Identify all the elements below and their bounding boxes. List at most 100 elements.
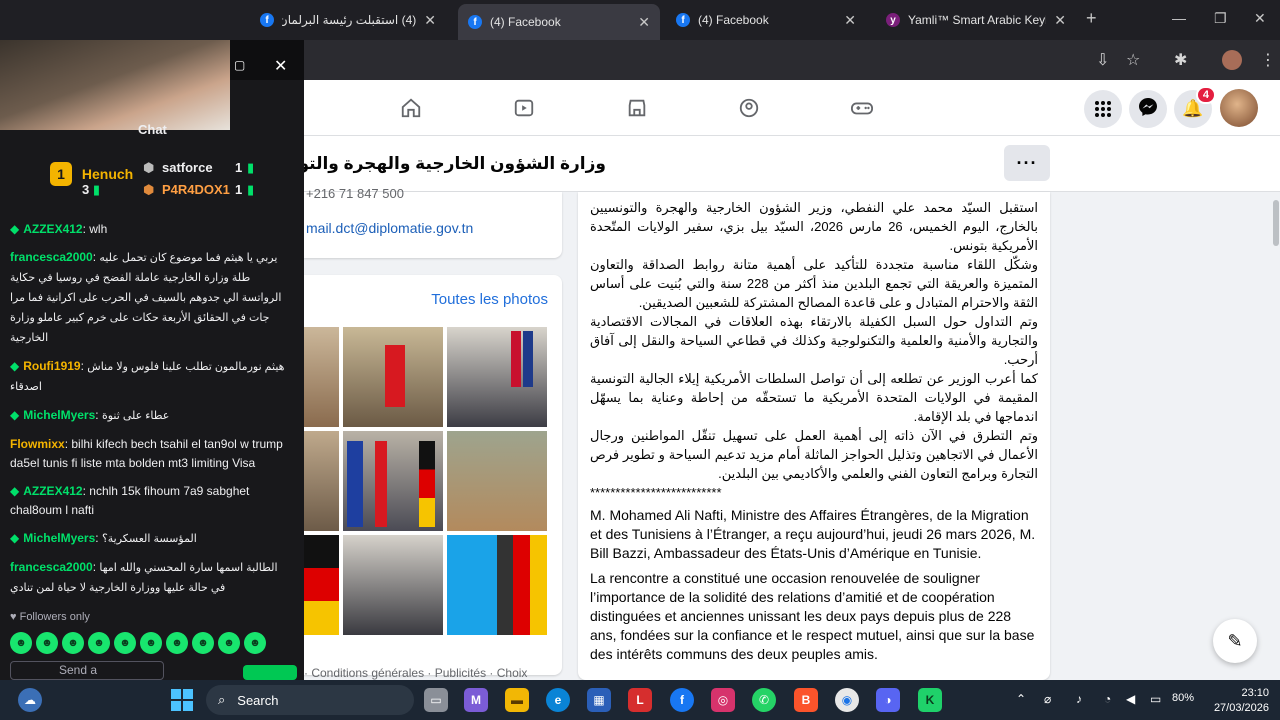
messenger-button[interactable] <box>1129 90 1167 128</box>
wifi-icon[interactable]: ◔ <box>1104 692 1111 706</box>
volume-icon[interactable]: ◀ <box>1126 692 1135 706</box>
browser-tab-2[interactable]: f (4) Facebook ✕ <box>458 4 660 40</box>
notifications-button[interactable]: 🔔 4 <box>1174 86 1216 128</box>
browser-tab-4[interactable]: y Yamli™ Smart Arabic Keyboa ✕ <box>876 6 1076 34</box>
post-paragraph-ar: وتم التطرق في الآن ذاته إلى أهمية العمل … <box>590 428 1038 481</box>
contact-email-link[interactable]: mail.dct@diplomatie.gov.tn <box>306 220 473 236</box>
emote-icon[interactable]: ☻ <box>114 632 136 654</box>
task-view-icon[interactable]: ▭ <box>424 688 448 712</box>
whatsapp-icon[interactable]: ✆ <box>752 688 776 712</box>
home-icon[interactable] <box>397 94 425 122</box>
taskbar-search[interactable]: ⌕ Search <box>206 685 414 715</box>
chrome-profile-avatar[interactable] <box>1222 50 1242 70</box>
clock-time: 23:10 <box>1241 687 1269 699</box>
photo-thumbnail[interactable] <box>343 431 443 531</box>
chat-text: يربي يا هيثم فما موضوع كان تحمل عليه طلة… <box>10 252 282 344</box>
marketplace-icon[interactable] <box>623 94 651 122</box>
kick-icon[interactable]: K <box>918 688 942 712</box>
chat-username[interactable]: AZZEX412 <box>23 222 82 236</box>
camera-off-icon[interactable]: ⌀ <box>1044 692 1051 706</box>
photo-thumbnail[interactable] <box>447 431 547 531</box>
emote-icon[interactable]: ☻ <box>88 632 110 654</box>
photo-thumbnail[interactable] <box>304 431 339 531</box>
close-tab-icon[interactable]: ✕ <box>844 12 856 29</box>
instagram-icon[interactable]: ◎ <box>711 688 735 712</box>
post-separator: ************************** <box>590 485 722 500</box>
discord-icon[interactable]: ◑ <box>876 688 900 712</box>
restore-icon[interactable]: ❐ <box>1214 10 1227 27</box>
chat-username[interactable]: Roufi1919 <box>23 359 80 373</box>
file-explorer-icon[interactable]: ▬ <box>505 688 529 712</box>
extensions-icon[interactable]: ✱ <box>1174 50 1187 70</box>
scroll-thumb[interactable] <box>1273 200 1279 246</box>
all-photos-link[interactable]: Toutes les photos <box>431 291 548 308</box>
battery-icon[interactable]: ▭ <box>1150 692 1161 706</box>
emote-icon[interactable]: ☻ <box>62 632 84 654</box>
profile-avatar[interactable] <box>1220 89 1258 127</box>
emote-icon[interactable]: ☻ <box>10 632 32 654</box>
contact-phone: +216 71 847 500 <box>306 186 404 201</box>
chat-input[interactable]: Send a <box>10 661 164 680</box>
photo-thumbnail[interactable] <box>304 327 339 427</box>
chat-username[interactable]: Flowmixx <box>10 437 65 451</box>
chat-message-list: ◆ AZZEX412: wlh francesca2000: يربي يا هي… <box>10 220 290 607</box>
chrome-icon[interactable]: ◉ <box>835 688 859 712</box>
emote-icon[interactable]: ☻ <box>192 632 214 654</box>
system-clock[interactable]: 23:10 27/03/2026 <box>1207 686 1269 716</box>
emote-icon[interactable]: ☻ <box>166 632 188 654</box>
microphone-icon[interactable]: ♪ <box>1076 692 1082 706</box>
maximize-icon[interactable]: ▢ <box>234 58 245 72</box>
photo-thumbnail[interactable] <box>343 327 443 427</box>
chat-username[interactable]: MichelMyers <box>23 408 95 422</box>
gaming-icon[interactable] <box>848 94 876 122</box>
chat-username[interactable]: AZZEX412 <box>23 484 82 498</box>
close-chat-icon[interactable]: ✕ <box>274 56 287 76</box>
photo-thumbnail[interactable] <box>304 535 339 635</box>
footer-links[interactable]: · Conditions générales · Publicités · Ch… <box>304 666 527 680</box>
photo-thumbnail[interactable] <box>343 535 443 635</box>
close-tab-icon[interactable]: ✕ <box>424 12 436 29</box>
browser-tab-1[interactable]: f (4) استقبلت رئيسة البرلمان الأ ✕ <box>250 6 446 34</box>
window-close-icon[interactable]: ✕ <box>1254 10 1266 27</box>
new-message-button[interactable]: ✎ <box>1213 619 1257 663</box>
close-tab-icon[interactable]: ✕ <box>638 14 650 31</box>
tray-overflow-icon[interactable]: ⌃ <box>1016 692 1026 706</box>
chat-username[interactable]: francesca2000 <box>10 560 93 574</box>
menu-grid-button[interactable] <box>1084 90 1122 128</box>
edge-icon[interactable]: e <box>546 688 570 712</box>
facebook-icon: f <box>260 13 274 27</box>
facebook-top-nav: 🔔 4 <box>304 80 1280 136</box>
browser-tab-3[interactable]: f (4) Facebook ✕ <box>666 6 866 34</box>
install-app-icon[interactable]: ⇩ <box>1096 50 1109 70</box>
chat-username[interactable]: MichelMyers <box>23 531 95 545</box>
start-button[interactable] <box>170 688 194 712</box>
emote-icon[interactable]: ☻ <box>244 632 266 654</box>
emote-icon[interactable]: ☻ <box>36 632 58 654</box>
minimize-icon[interactable]: — <box>1172 10 1186 26</box>
chat-send-button[interactable] <box>243 665 297 680</box>
gem-icon: ◆ <box>10 484 20 498</box>
chrome-menu-icon[interactable]: ⋮ <box>1260 50 1276 70</box>
app-l-icon[interactable]: L <box>628 688 652 712</box>
photo-thumbnail[interactable] <box>447 535 547 635</box>
post-paragraph-ar: كما أعرب الوزير عن تطلعه إلى أن تواصل ال… <box>590 371 1038 424</box>
new-tab-button[interactable]: + <box>1086 8 1097 29</box>
facebook-taskbar-icon[interactable]: f <box>670 688 694 712</box>
store-icon[interactable]: ▦ <box>587 688 611 712</box>
chat-message: ◆ AZZEX412: wlh <box>10 222 108 236</box>
bookmark-star-icon[interactable]: ☆ <box>1126 50 1140 70</box>
heart-icon: ♥ <box>10 611 17 623</box>
brave-icon[interactable]: B <box>794 688 818 712</box>
weather-widget-icon[interactable]: ☁ <box>18 688 42 712</box>
groups-icon[interactable] <box>735 94 763 122</box>
more-options-button[interactable]: ··· <box>1004 145 1050 181</box>
close-tab-icon[interactable]: ✕ <box>1054 12 1066 29</box>
emote-icon[interactable]: ☻ <box>140 632 162 654</box>
page-scrollbar[interactable] <box>1272 192 1280 680</box>
chat-username[interactable]: francesca2000 <box>10 250 93 264</box>
video-icon[interactable] <box>510 94 538 122</box>
m365-icon[interactable]: M <box>464 688 488 712</box>
emote-icon[interactable]: ☻ <box>218 632 240 654</box>
photo-thumbnail[interactable] <box>447 327 547 427</box>
search-icon: ⌕ <box>218 692 226 707</box>
